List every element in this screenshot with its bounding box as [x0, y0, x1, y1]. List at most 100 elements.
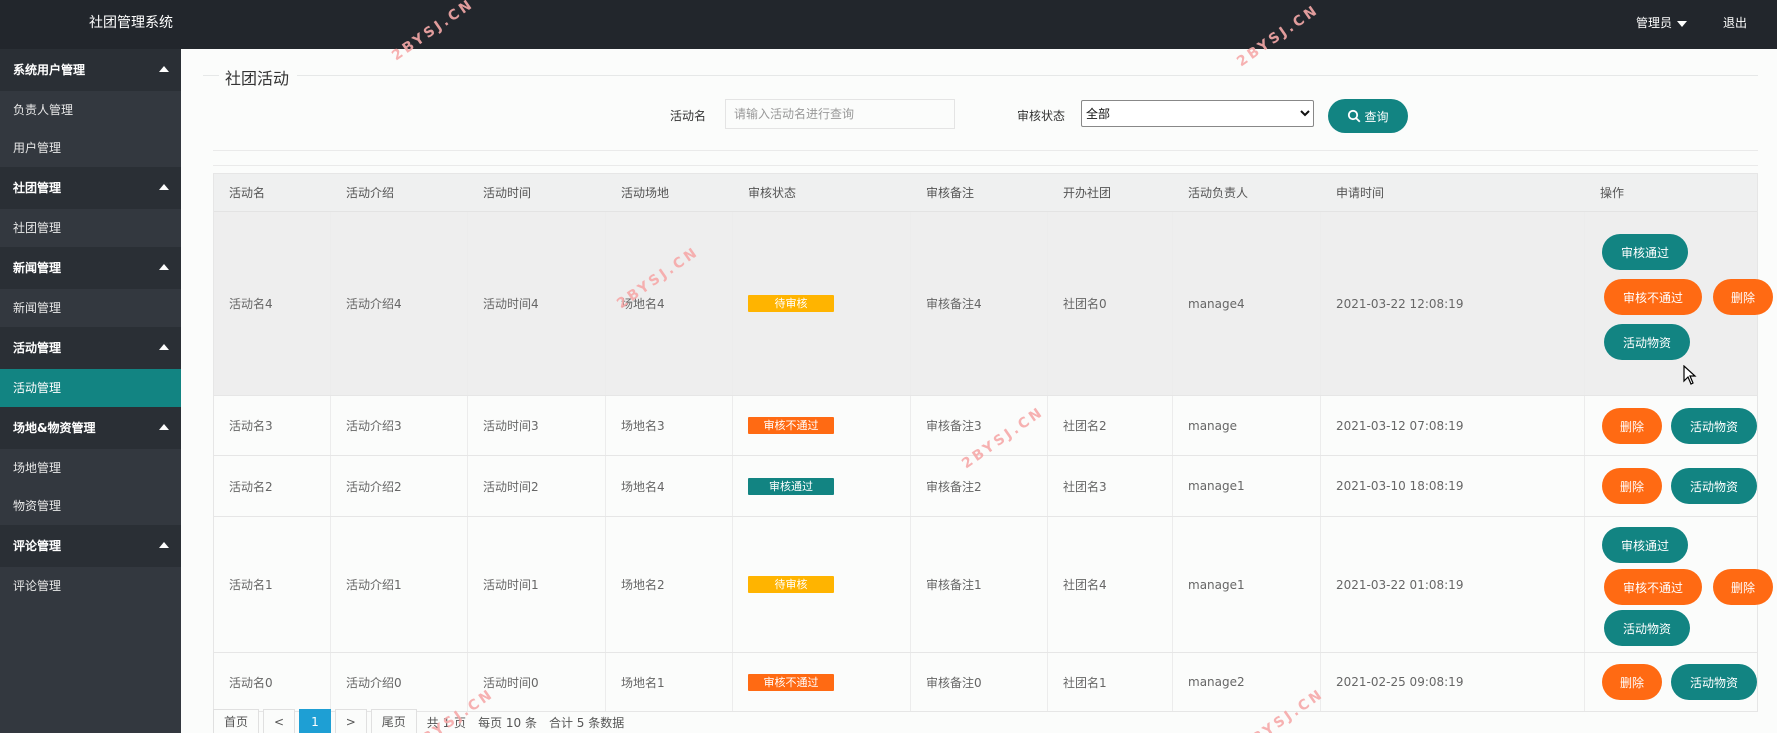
cell-activity-name: 活动名1 — [229, 578, 273, 592]
cell-activity-intro: 活动介绍0 — [346, 675, 402, 690]
header-operations: 操作 — [1600, 186, 1625, 200]
header-applied-time: 申请时间 — [1336, 186, 1385, 200]
cell-activity-intro: 活动介绍1 — [346, 578, 402, 592]
cell-review-status: 审核通过 — [733, 456, 834, 516]
status-badge: 审核不通过 — [748, 673, 834, 691]
status-badge: 审核不通过 — [748, 417, 834, 434]
cell-review-status: 审核不通过 — [733, 396, 834, 455]
collapse-arrow-icon — [159, 264, 169, 270]
activity-name-search-input[interactable] — [725, 99, 955, 129]
sidebar-group-comments[interactable]: 评论管理 — [0, 525, 181, 567]
sidebar-group-venues-supplies[interactable]: 场地&物资管理 — [0, 407, 181, 449]
cell-club: 社团名2 — [1063, 419, 1107, 433]
search-button-label: 查询 — [1364, 109, 1389, 124]
table-row: 活动名1 活动介绍1 活动时间1 场地名2 待审核 审核备注1 社团名4 man… — [214, 517, 1773, 653]
cell-applied-time: 2021-03-10 18:08:19 — [1336, 479, 1464, 493]
main-content: 社团活动 活动名 审核状态 全部 查询 活动名 活动介绍 活动时间 活动场地 审… — [181, 49, 1777, 733]
cell-manager: manage2 — [1188, 675, 1245, 689]
search-icon — [1348, 109, 1361, 123]
cell-review-remark: 审核备注0 — [926, 675, 982, 690]
header-manager: 活动负责人 — [1188, 186, 1249, 200]
collapse-arrow-icon — [159, 184, 169, 190]
cell-review-remark: 审核备注1 — [926, 578, 982, 592]
sidebar-group-label: 活动管理 — [13, 341, 62, 355]
delete-button[interactable]: 删除 — [1713, 569, 1773, 605]
header-activity-intro: 活动介绍 — [346, 186, 395, 200]
cell-applied-time: 2021-03-22 12:08:19 — [1336, 296, 1464, 311]
cell-activity-intro: 活动介绍3 — [346, 419, 402, 433]
sidebar: 系统用户管理 负责人管理 用户管理 社团管理 社团管理 新闻管理 新闻管理 活动… — [0, 49, 181, 733]
logout-link[interactable]: 退出 — [1723, 14, 1747, 31]
delete-button[interactable]: 删除 — [1713, 279, 1773, 315]
pager-prev[interactable]: < — [263, 709, 296, 733]
cell-activity-name: 活动名2 — [229, 479, 273, 494]
pager-next[interactable]: > — [334, 709, 367, 733]
reject-button[interactable]: 审核不通过 — [1604, 279, 1702, 315]
header-club: 开办社团 — [1063, 186, 1112, 200]
pagination: 首页 < 1 > 尾页 共 1 页 每页 10 条 合计 5 条数据 — [213, 709, 630, 733]
table-header: 活动名 活动介绍 活动时间 活动场地 审核状态 审核备注 开办社团 活动负责人 … — [214, 174, 1757, 212]
sidebar-group-label: 场地&物资管理 — [13, 421, 96, 435]
sidebar-group-label: 评论管理 — [13, 539, 62, 553]
pager-current-page[interactable]: 1 — [299, 709, 331, 733]
cell-activity-time: 活动时间1 — [483, 578, 539, 592]
user-menu[interactable]: 管理员 — [1636, 14, 1687, 31]
supplies-button[interactable]: 活动物资 — [1671, 664, 1757, 700]
pager-per-page: 每页 10 条 — [478, 715, 537, 730]
collapse-arrow-icon — [159, 424, 169, 430]
collapse-arrow-icon — [159, 344, 169, 350]
sidebar-group-label: 系统用户管理 — [13, 63, 86, 77]
sidebar-item-venue-management[interactable]: 场地管理 — [0, 449, 181, 487]
cell-club: 社团名3 — [1063, 479, 1107, 494]
approve-button[interactable]: 审核通过 — [1602, 527, 1688, 563]
sidebar-item-comment-management[interactable]: 评论管理 — [0, 567, 181, 605]
table-row: 活动名4 活动介绍4 活动时间4 场地名4 待审核 审核备注4 社团名0 man… — [214, 212, 1773, 396]
sidebar-group-news[interactable]: 新闻管理 — [0, 247, 181, 289]
sidebar-item-activity-management[interactable]: 活动管理 — [0, 369, 181, 407]
cell-activity-time: 活动时间2 — [483, 479, 539, 494]
cell-manager: manage1 — [1188, 577, 1245, 592]
reject-button[interactable]: 审核不通过 — [1604, 569, 1702, 605]
user-name: 管理员 — [1635, 16, 1672, 30]
cell-venue: 场地名3 — [621, 419, 665, 433]
pager-last[interactable]: 尾页 — [370, 709, 417, 733]
sidebar-group-activities[interactable]: 活动管理 — [0, 327, 181, 369]
table-row: 活动名2 活动介绍2 活动时间2 场地名4 审核通过 审核备注2 社团名3 ma… — [214, 456, 1757, 517]
cell-club: 社团名1 — [1063, 675, 1107, 690]
delete-button[interactable]: 删除 — [1602, 408, 1662, 444]
cell-venue: 场地名1 — [621, 675, 665, 690]
search-button[interactable]: 查询 — [1328, 99, 1408, 133]
sidebar-item-owner-management[interactable]: 负责人管理 — [0, 91, 181, 129]
sidebar-item-user-management[interactable]: 用户管理 — [0, 129, 181, 167]
title-divider — [203, 75, 1758, 76]
cell-review-remark: 审核备注4 — [926, 297, 982, 311]
supplies-button[interactable]: 活动物资 — [1671, 468, 1757, 504]
cell-activity-name: 活动名4 — [229, 297, 273, 311]
sidebar-group-clubs[interactable]: 社团管理 — [0, 167, 181, 209]
status-badge: 待审核 — [748, 576, 834, 593]
cell-manager: manage — [1188, 418, 1238, 433]
sidebar-item-news-management[interactable]: 新闻管理 — [0, 289, 181, 327]
sidebar-item-club-management[interactable]: 社团管理 — [0, 209, 181, 247]
filter-divider — [213, 150, 1758, 151]
review-status-select[interactable]: 全部 — [1081, 100, 1314, 127]
header-activity-time: 活动时间 — [483, 186, 532, 200]
delete-button[interactable]: 删除 — [1602, 468, 1662, 504]
supplies-button[interactable]: 活动物资 — [1671, 408, 1757, 444]
cell-review-status: 待审核 — [733, 517, 834, 652]
cell-applied-time: 2021-02-25 09:08:19 — [1336, 675, 1464, 689]
delete-button[interactable]: 删除 — [1602, 664, 1662, 700]
pager-first[interactable]: 首页 — [213, 709, 260, 733]
table-row: 活动名0 活动介绍0 活动时间0 场地名1 审核不通过 审核备注0 社团名1 m… — [214, 653, 1757, 711]
sidebar-group-label: 新闻管理 — [13, 261, 62, 275]
sidebar-group-system-users[interactable]: 系统用户管理 — [0, 49, 181, 91]
top-bar: 社团管理系统 管理员 退出 — [0, 0, 1777, 49]
activity-name-label: 活动名 — [670, 109, 707, 123]
sidebar-group-label: 社团管理 — [13, 181, 62, 195]
cell-activity-time: 活动时间4 — [483, 297, 539, 311]
supplies-button[interactable]: 活动物资 — [1604, 324, 1690, 360]
cell-review-status: 待审核 — [733, 212, 834, 395]
sidebar-item-supplies-management[interactable]: 物资管理 — [0, 487, 181, 525]
approve-button[interactable]: 审核通过 — [1602, 234, 1688, 270]
supplies-button[interactable]: 活动物资 — [1604, 610, 1690, 646]
